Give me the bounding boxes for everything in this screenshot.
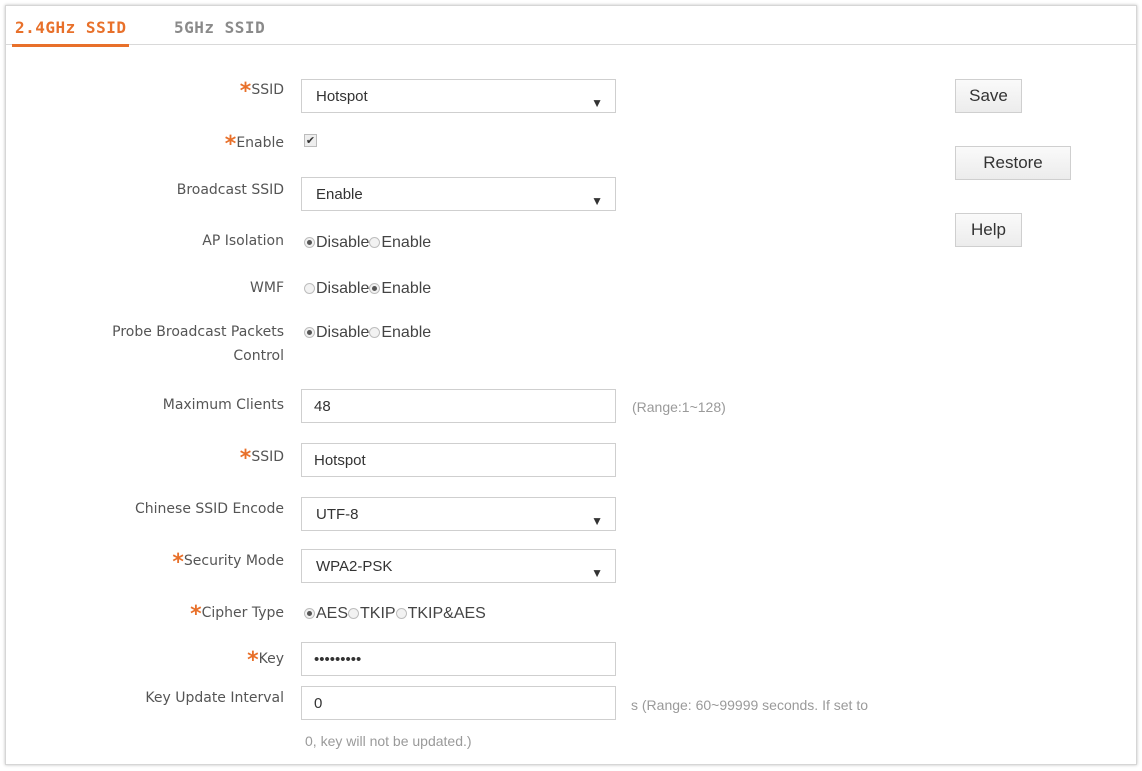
key-update-interval-label: Key Update Interval <box>145 690 284 706</box>
max-clients-label: Maximum Clients <box>162 397 284 413</box>
broadcast-ssid-value: Enable <box>316 186 363 203</box>
wmf-enable-radio[interactable] <box>369 283 381 294</box>
probe-broadcast-disable-radio[interactable] <box>304 327 315 338</box>
wmf-disable-radio[interactable] <box>304 283 315 294</box>
key-update-note: 0, key will not be updated.) <box>305 733 472 749</box>
probe-broadcast-enable-radio[interactable] <box>369 327 381 338</box>
cipher-type-radio-group: AES TKIP TKIP&AES <box>304 605 486 623</box>
required-marker: * <box>247 648 259 673</box>
required-marker: * <box>172 550 184 575</box>
required-marker: * <box>190 602 202 627</box>
ssid-select[interactable]: Hotspot ▼ <box>301 79 616 113</box>
chevron-down-icon: ▼ <box>591 194 603 208</box>
chinese-ssid-encode-select[interactable]: UTF-8 ▼ <box>301 497 616 531</box>
chevron-down-icon: ▼ <box>591 514 603 528</box>
chevron-down-icon: ▼ <box>591 96 603 110</box>
security-mode-select[interactable]: WPA2-PSK ▼ <box>301 549 616 583</box>
cipher-tkip-aes-label: TKIP&AES <box>407 605 486 622</box>
ap-isolation-disable-label: Disable <box>316 234 370 251</box>
ap-isolation-label: AP Isolation <box>202 233 284 249</box>
ap-isolation-enable-radio[interactable] <box>369 237 381 248</box>
tab-2-4ghz-ssid[interactable]: 2.4GHz SSID <box>11 18 130 47</box>
ssid-name-value: Hotspot <box>314 452 366 469</box>
save-button[interactable]: Save <box>955 79 1022 113</box>
key-value: ••••••••• <box>314 651 362 668</box>
max-clients-input[interactable]: 48 <box>301 389 616 423</box>
security-mode-value: WPA2-PSK <box>316 558 393 575</box>
help-button[interactable]: Help <box>955 213 1022 247</box>
enable-checkbox[interactable]: ✔ <box>304 134 317 147</box>
chevron-down-icon: ▼ <box>591 566 603 580</box>
wmf-enable-label: Enable <box>381 280 432 297</box>
cipher-type-label: *Cipher Type <box>190 602 284 627</box>
cipher-tkip-aes-radio[interactable] <box>395 608 407 619</box>
key-update-range-hint: s (Range: 60~99999 seconds. If set to <box>631 697 868 713</box>
required-marker: * <box>239 79 252 104</box>
max-clients-value: 48 <box>314 398 331 415</box>
ap-isolation-radio-group: Disable Enable <box>304 234 431 252</box>
chinese-ssid-encode-value: UTF-8 <box>316 506 359 523</box>
ap-isolation-enable-label: Enable <box>381 234 432 251</box>
restore-button[interactable]: Restore <box>955 146 1071 180</box>
wmf-label: WMF <box>250 280 284 296</box>
cipher-tkip-radio[interactable] <box>348 608 360 619</box>
required-marker: * <box>239 446 252 471</box>
probe-broadcast-label: Probe Broadcast Packets Control <box>112 324 284 364</box>
max-clients-range-hint: (Range:1~128) <box>632 399 726 415</box>
ssid-name-label: *SSID <box>239 446 284 471</box>
ssid-name-input[interactable]: Hotspot <box>301 443 616 477</box>
wmf-radio-group: Disable Enable <box>304 280 431 298</box>
tab-5ghz-ssid[interactable]: 5GHz SSID <box>174 18 265 37</box>
ap-isolation-disable-radio[interactable] <box>304 237 315 248</box>
chinese-ssid-encode-label: Chinese SSID Encode <box>135 501 284 517</box>
enable-label: *Enable <box>224 132 284 157</box>
broadcast-ssid-label: Broadcast SSID <box>176 182 284 198</box>
ssid-tab-bar: 2.4GHz SSID 5GHz SSID <box>6 6 1136 47</box>
key-update-interval-input[interactable]: 0 <box>301 686 616 720</box>
cipher-aes-radio[interactable] <box>304 608 315 619</box>
cipher-tkip-label: TKIP <box>360 605 396 622</box>
ssid-select-label: *SSID <box>239 79 284 104</box>
cipher-aes-label: AES <box>316 605 349 622</box>
probe-broadcast-enable-label: Enable <box>381 324 432 341</box>
key-update-interval-value: 0 <box>314 695 323 712</box>
ssid-select-value: Hotspot <box>316 88 368 105</box>
probe-broadcast-radio-group: Disable Enable <box>304 324 431 342</box>
probe-broadcast-disable-label: Disable <box>316 324 370 341</box>
required-marker: * <box>224 132 237 157</box>
wmf-disable-label: Disable <box>316 280 370 297</box>
key-input[interactable]: ••••••••• <box>301 642 616 676</box>
key-label: *Key <box>247 648 284 673</box>
broadcast-ssid-select[interactable]: Enable ▼ <box>301 177 616 211</box>
security-mode-label: *Security Mode <box>172 550 284 575</box>
